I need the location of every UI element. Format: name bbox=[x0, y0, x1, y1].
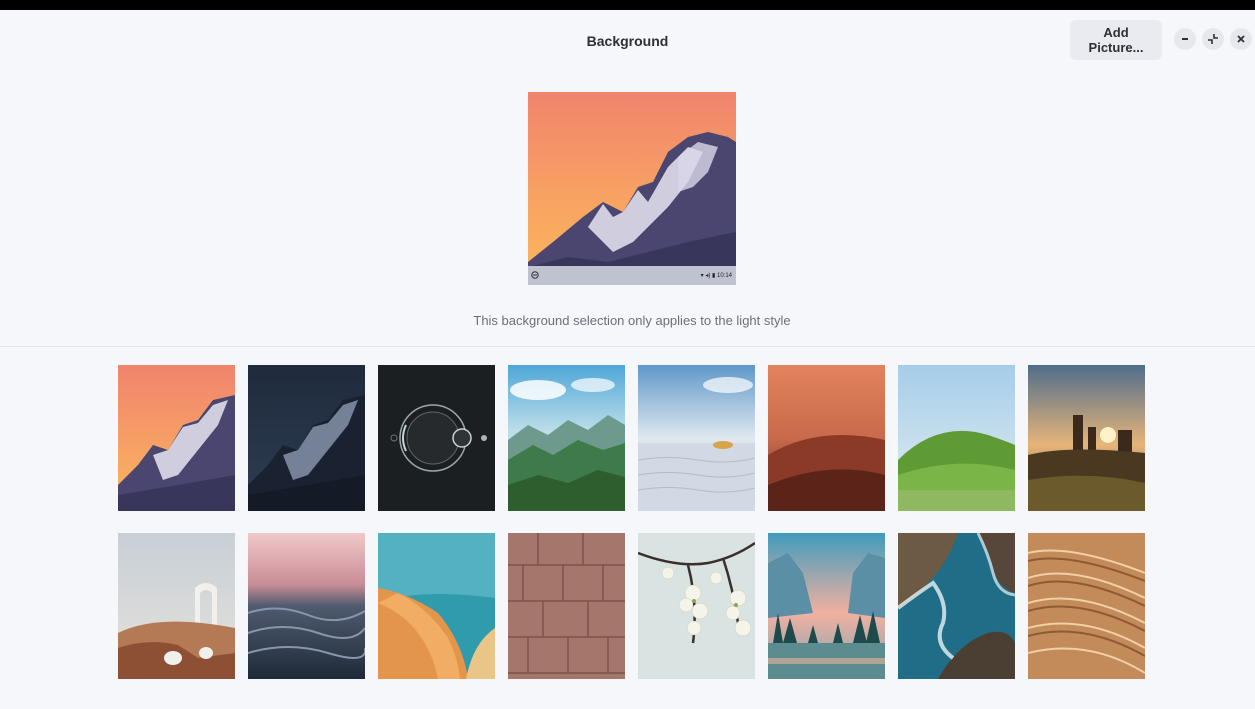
wifi-icon: ▾ bbox=[700, 273, 704, 279]
wallpaper-thumb-mountain-sunset[interactable] bbox=[118, 365, 235, 511]
preview-status-area: ▾ ◂) ▮ 10:14 bbox=[701, 272, 732, 279]
wallpaper-thumb-green-hills[interactable] bbox=[898, 365, 1015, 511]
wallpaper-thumb-aerial-coast[interactable] bbox=[898, 533, 1015, 679]
wallpaper-thumb-mountain-night[interactable] bbox=[248, 365, 365, 511]
close-button[interactable] bbox=[1230, 28, 1252, 50]
wallpaper-preview: ▾ ◂) ▮ 10:14 bbox=[528, 92, 736, 285]
close-icon bbox=[1237, 35, 1245, 43]
preview-mountain-image bbox=[528, 92, 736, 285]
add-picture-button[interactable]: Add Picture... bbox=[1070, 20, 1162, 60]
header-bar: Background bbox=[0, 10, 1255, 72]
restore-icon bbox=[1208, 34, 1218, 44]
volume-icon: ◂) bbox=[705, 273, 711, 279]
wallpaper-thumb-stone-wall[interactable] bbox=[508, 533, 625, 679]
minimize-icon bbox=[1182, 38, 1188, 40]
section-divider bbox=[0, 346, 1255, 347]
battery-icon: ▮ bbox=[712, 273, 716, 279]
wallpaper-grid bbox=[118, 365, 1148, 680]
wallpaper-thumb-green-valley[interactable] bbox=[508, 365, 625, 511]
wallpaper-thumb-desert-buttes-sunset[interactable] bbox=[1028, 365, 1145, 511]
minimize-button[interactable] bbox=[1174, 28, 1196, 50]
preview-clock: 10:14 bbox=[716, 273, 732, 279]
wallpaper-thumb-sand-dune-coast[interactable] bbox=[378, 533, 495, 679]
wallpaper-thumb-mountain-lake[interactable] bbox=[768, 533, 885, 679]
window-title: Background bbox=[586, 33, 669, 49]
restore-button[interactable] bbox=[1202, 28, 1224, 50]
light-style-notice: This background selection only applies t… bbox=[473, 313, 791, 328]
top-edge bbox=[0, 0, 1255, 10]
wallpaper-thumb-white-blossoms[interactable] bbox=[638, 533, 755, 679]
zorin-menu-icon bbox=[531, 271, 539, 279]
wallpaper-thumb-desert-arch[interactable] bbox=[118, 533, 235, 679]
wallpaper-thumb-zorin-logo-dark[interactable] bbox=[378, 365, 495, 511]
wallpaper-thumb-ocean-waves[interactable] bbox=[248, 533, 365, 679]
wallpaper-thumb-sand-ripples[interactable] bbox=[1028, 533, 1145, 679]
wallpaper-thumb-white-sand-dunes[interactable] bbox=[638, 365, 755, 511]
preview-panel: ▾ ◂) ▮ 10:14 bbox=[528, 266, 736, 285]
wallpaper-thumb-orange-dune[interactable] bbox=[768, 365, 885, 511]
